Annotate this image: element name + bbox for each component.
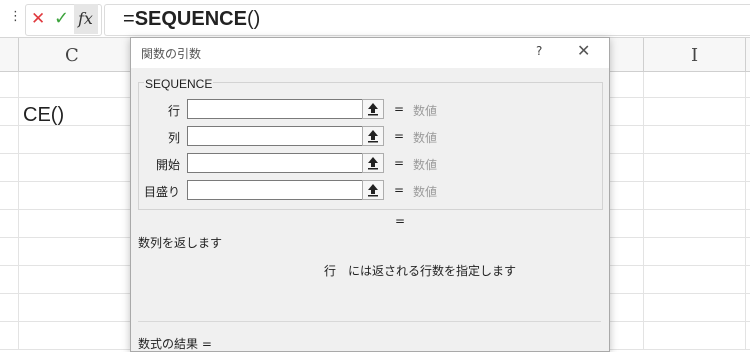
collapse-button-rows[interactable] bbox=[362, 99, 384, 119]
collapse-button-columns[interactable] bbox=[362, 126, 384, 146]
arg-equals: = bbox=[394, 129, 405, 143]
collapse-button-step[interactable] bbox=[362, 180, 384, 200]
collapse-arrow-icon bbox=[368, 130, 378, 143]
column-header-i[interactable]: I bbox=[691, 45, 698, 66]
help-button[interactable]: ? bbox=[536, 44, 542, 58]
function-description: 数列を返します bbox=[138, 236, 223, 250]
arg-label-rows: 行 bbox=[167, 104, 180, 118]
formula-bar: ⋮ ✕ ✓ fx =SEQUENCE() bbox=[0, 0, 750, 38]
function-name-label: SEQUENCE bbox=[144, 77, 214, 91]
enter-icon[interactable]: ✓ bbox=[54, 8, 69, 29]
arg-input-columns[interactable] bbox=[187, 126, 383, 146]
arg-value-hint: 数値 bbox=[413, 131, 438, 145]
arg-input-step[interactable] bbox=[187, 180, 383, 200]
arg-value-hint: 数値 bbox=[413, 185, 438, 199]
formula-text: =SEQUENCE() bbox=[123, 8, 260, 31]
close-button[interactable]: ✕ bbox=[577, 41, 590, 60]
collapse-arrow-icon bbox=[368, 157, 378, 170]
arg-input-rows[interactable] bbox=[187, 99, 383, 119]
arg-label-start: 開始 bbox=[155, 158, 180, 172]
collapse-arrow-icon bbox=[368, 103, 378, 116]
formula-prefix: = bbox=[123, 8, 135, 30]
formula-result: 数式の結果 = bbox=[138, 337, 212, 351]
dialog-title: 関数の引数 bbox=[141, 47, 202, 61]
collapse-button-start[interactable] bbox=[362, 153, 384, 173]
arg-equals: = bbox=[394, 156, 405, 170]
column-separator[interactable] bbox=[643, 38, 644, 71]
cancel-icon[interactable]: ✕ bbox=[31, 9, 45, 29]
column-separator[interactable] bbox=[18, 38, 19, 71]
fx-icon: fx bbox=[78, 9, 93, 28]
divider bbox=[138, 321, 601, 322]
function-arguments-dialog: 関数の引数 ? ✕ SEQUENCE 行 = 数値 列 = 数値 開始 = 数値… bbox=[130, 37, 610, 352]
arg-value-hint: 数値 bbox=[413, 104, 438, 118]
column-header-c[interactable]: C bbox=[65, 45, 79, 66]
cell-content[interactable]: CE() bbox=[23, 104, 64, 127]
formula-input[interactable]: =SEQUENCE() bbox=[104, 4, 750, 36]
arg-equals: = bbox=[394, 102, 405, 116]
formula-bar-more-icon[interactable]: ⋮ bbox=[9, 9, 22, 24]
function-result-equals: = bbox=[395, 214, 406, 228]
formula-function-name: SEQUENCE bbox=[134, 8, 247, 30]
insert-function-button[interactable]: fx bbox=[74, 4, 98, 34]
arg-equals: = bbox=[394, 183, 405, 197]
arg-label-step: 目盛り bbox=[143, 185, 180, 199]
arg-value-hint: 数値 bbox=[413, 158, 438, 172]
arg-label-columns: 列 bbox=[167, 131, 180, 145]
collapse-arrow-icon bbox=[368, 184, 378, 197]
arg-input-start[interactable] bbox=[187, 153, 383, 173]
formula-suffix: () bbox=[246, 8, 261, 30]
argument-description: 行 には返される行数を指定します bbox=[324, 264, 517, 278]
dialog-title-bar[interactable]: 関数の引数 ? ✕ bbox=[131, 38, 609, 68]
column-separator[interactable] bbox=[745, 38, 746, 71]
